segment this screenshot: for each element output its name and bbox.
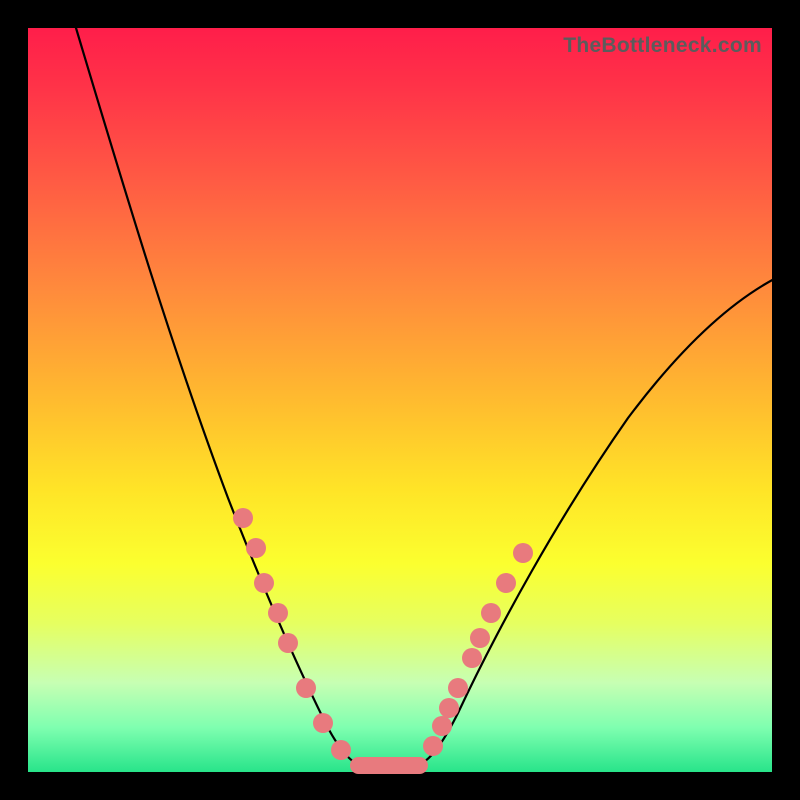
flat-bottom-pill	[350, 757, 428, 774]
curve-left	[73, 18, 358, 764]
markers-left	[233, 508, 351, 760]
chart-frame: TheBottleneck.com	[28, 28, 772, 772]
watermark: TheBottleneck.com	[563, 34, 762, 58]
curve-right	[420, 278, 776, 764]
chart-svg	[28, 28, 772, 772]
markers-right	[423, 543, 533, 756]
